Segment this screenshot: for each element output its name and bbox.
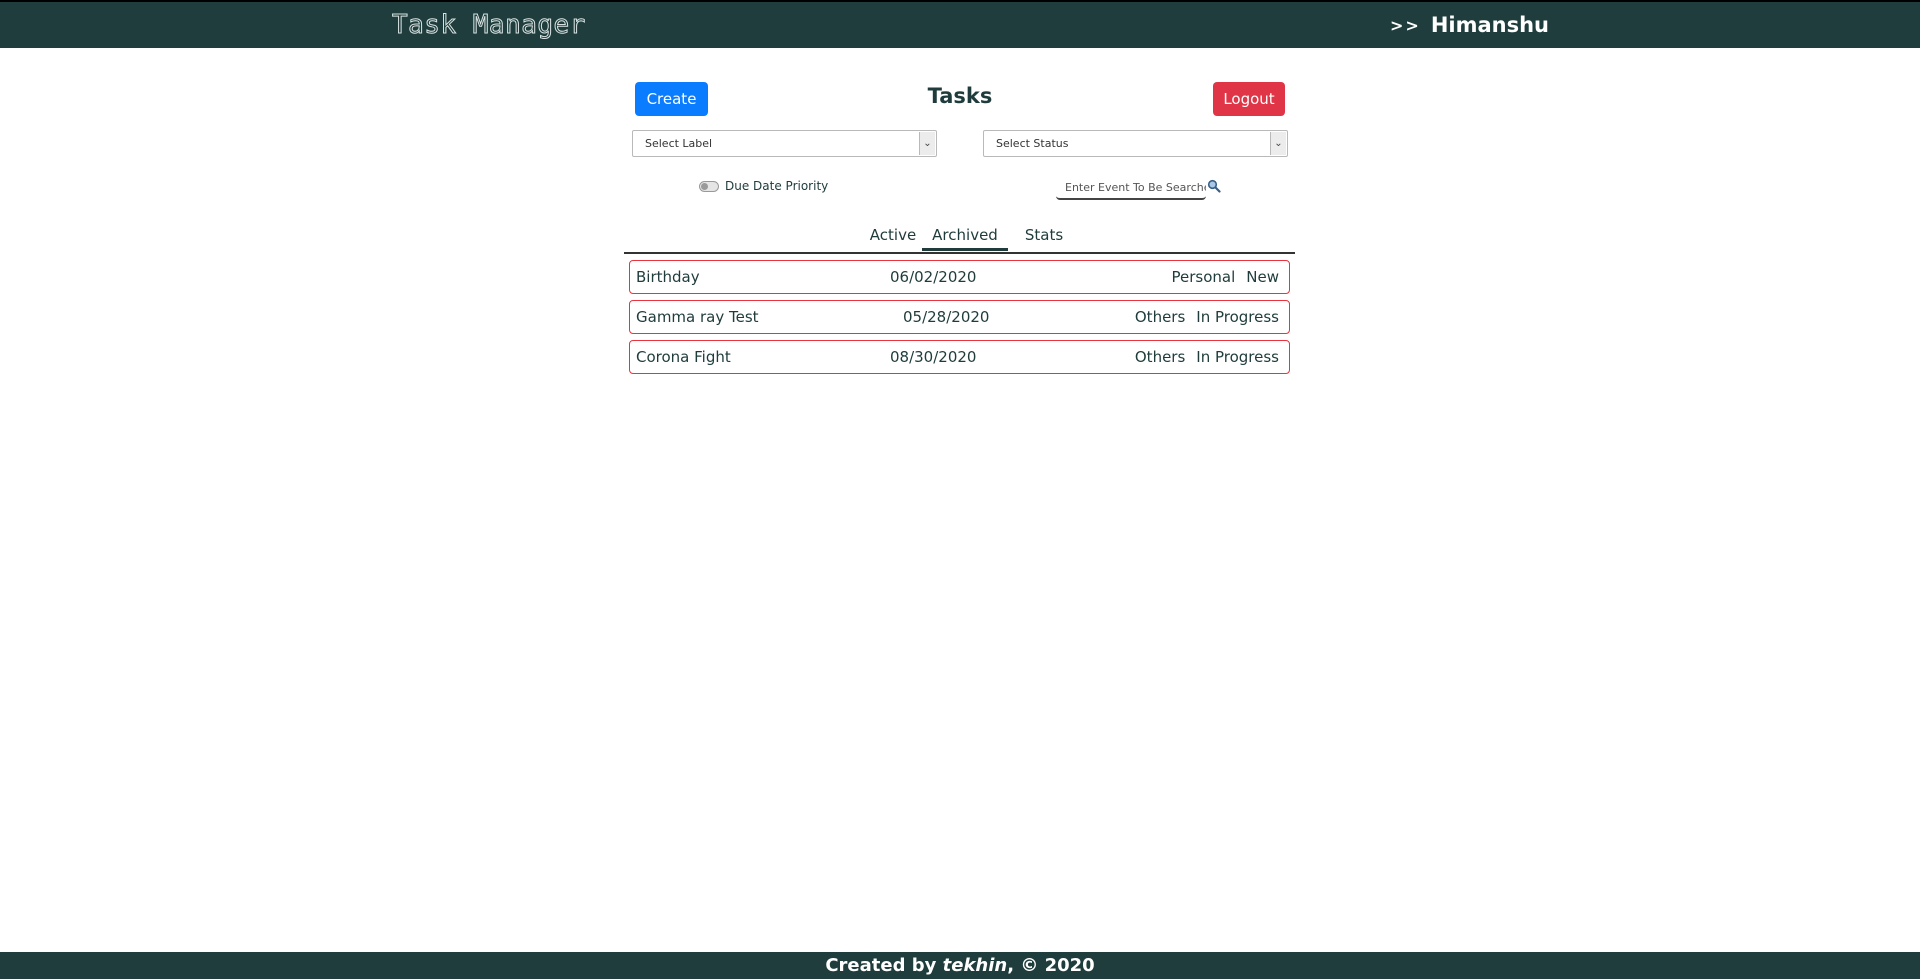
task-name: Birthday: [636, 268, 700, 286]
page-title: Tasks: [927, 84, 993, 108]
user-menu[interactable]: >> Himanshu: [1390, 13, 1549, 37]
search-icon[interactable]: [1207, 179, 1221, 193]
footer-copyright: , © 2020: [1007, 955, 1095, 976]
tab-stats[interactable]: Stats: [1014, 226, 1074, 244]
create-button[interactable]: Create: [635, 82, 708, 116]
task-label: Personal: [1171, 268, 1236, 286]
task-name: Corona Fight: [636, 348, 731, 366]
tab-active[interactable]: Active: [864, 226, 922, 244]
footer-prefix: Created by: [825, 955, 937, 976]
top-navbar: Task Manager >> Himanshu: [0, 0, 1920, 48]
task-status: In Progress: [1196, 348, 1279, 366]
label-select-value: Select Label: [645, 137, 713, 150]
task-tabs: Active Archived Stats: [624, 222, 1295, 254]
task-label: Others: [1134, 348, 1186, 366]
label-select[interactable]: Select Label ⌄: [632, 130, 937, 157]
task-row[interactable]: Birthday 06/02/2020 Personal New: [629, 260, 1290, 294]
task-name: Gamma ray Test: [636, 308, 759, 326]
task-row[interactable]: Gamma ray Test 05/28/2020 Others In Prog…: [629, 300, 1290, 334]
task-status: In Progress: [1196, 308, 1279, 326]
toggle-switch[interactable]: [699, 180, 719, 192]
footer-author: tekhin: [942, 955, 1008, 976]
logout-button[interactable]: Logout: [1213, 82, 1285, 116]
status-select[interactable]: Select Status ⌄: [983, 130, 1288, 157]
task-date: 06/02/2020: [890, 268, 977, 286]
toggle-label: Due Date Priority: [725, 179, 829, 193]
search-input[interactable]: [1056, 176, 1206, 200]
app-brand[interactable]: Task Manager: [392, 10, 586, 41]
task-label: Others: [1134, 308, 1186, 326]
page-footer: Created by tekhin, © 2020: [0, 952, 1920, 979]
task-date: 05/28/2020: [903, 308, 990, 326]
status-select-value: Select Status: [996, 137, 1069, 150]
task-status: New: [1246, 268, 1279, 286]
toggle-knob: [701, 182, 708, 190]
due-date-priority-toggle[interactable]: Due Date Priority: [699, 179, 828, 193]
double-chevron-right-icon: >>: [1390, 15, 1421, 35]
tab-archived[interactable]: Archived: [922, 226, 1008, 251]
chevron-down-icon[interactable]: ⌄: [1270, 132, 1286, 155]
user-name: Himanshu: [1430, 13, 1549, 37]
task-date: 08/30/2020: [890, 348, 977, 366]
chevron-down-icon[interactable]: ⌄: [919, 132, 935, 155]
task-row[interactable]: Corona Fight 08/30/2020 Others In Progre…: [629, 340, 1290, 374]
task-list: Birthday 06/02/2020 Personal New Gamma r…: [629, 260, 1290, 380]
